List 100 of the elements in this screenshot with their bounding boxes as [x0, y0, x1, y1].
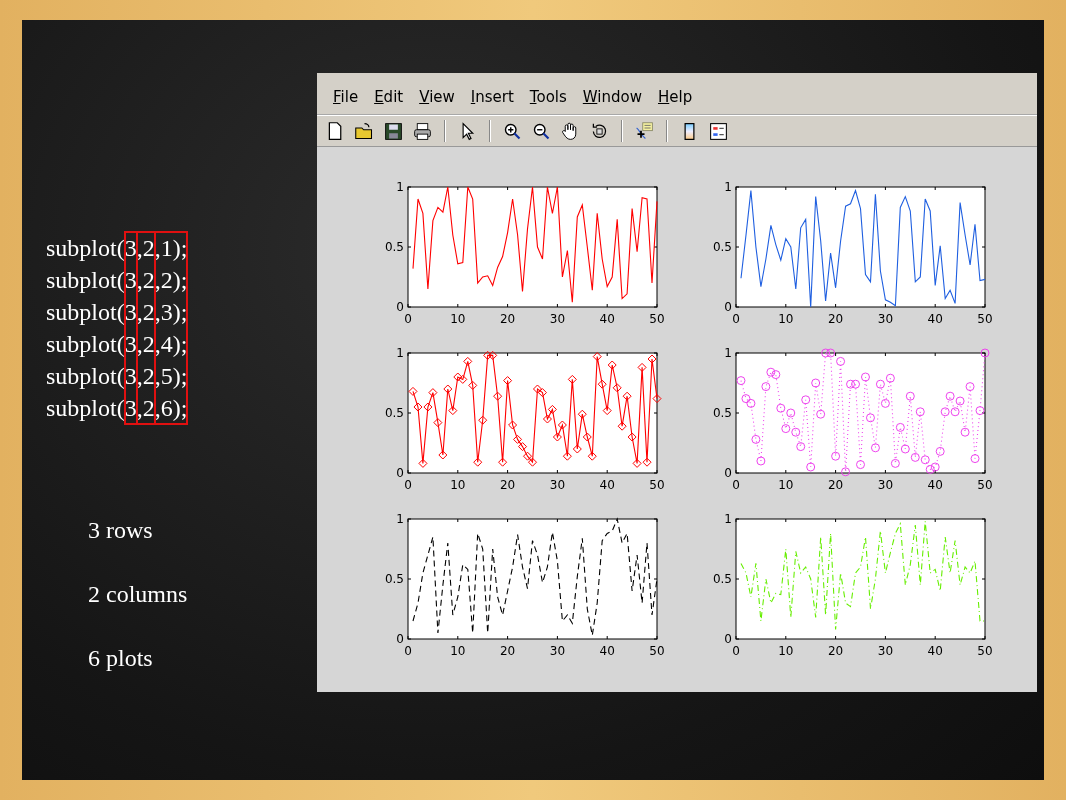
tick-label: 20 [499, 312, 516, 326]
tick-label: 40 [599, 312, 615, 326]
data-marker [841, 467, 851, 477]
data-marker [443, 384, 453, 394]
data-marker [438, 450, 448, 460]
data-marker [806, 462, 816, 472]
data-marker [537, 388, 547, 398]
tick-label: 0.5 [384, 240, 404, 254]
data-marker [508, 420, 518, 430]
data-cursor-icon[interactable] [634, 120, 655, 142]
data-marker [816, 409, 826, 419]
menu-item[interactable]: Insert [462, 84, 522, 111]
data-marker [856, 460, 865, 470]
tick-label: 50 [977, 312, 993, 326]
data-marker [483, 350, 493, 360]
data-marker [542, 414, 552, 424]
data-marker [448, 406, 458, 416]
data-marker [458, 374, 468, 384]
menu-item[interactable]: Tools [521, 84, 575, 111]
data-marker [915, 407, 925, 417]
data-marker [627, 432, 637, 442]
data-marker [433, 418, 443, 428]
folder-icon[interactable] [354, 120, 375, 142]
printer-icon[interactable] [412, 120, 433, 142]
tick-label: 50 [649, 478, 665, 492]
tick-label: 20 [499, 644, 516, 658]
legend-icon[interactable] [708, 120, 729, 142]
tick-label: 30 [549, 478, 566, 492]
data-marker [473, 457, 483, 467]
data-marker [463, 356, 473, 366]
data-marker [413, 402, 423, 412]
menu-item[interactable]: Help [650, 84, 701, 111]
tick-label: 10 [450, 644, 466, 658]
data-marker [602, 406, 612, 416]
tick-label: 0 [404, 478, 412, 492]
tick-label: 30 [877, 478, 894, 492]
data-marker [612, 383, 622, 393]
data-marker [761, 382, 771, 392]
data-marker [756, 456, 766, 466]
tick-label: 0 [396, 466, 404, 480]
tick-label: 20 [827, 312, 844, 326]
data-marker [851, 379, 860, 389]
data-marker [513, 434, 523, 444]
data-marker [930, 462, 940, 472]
data-marker [468, 380, 478, 390]
data-marker [503, 376, 513, 386]
data-marker [771, 370, 781, 380]
menu-item[interactable]: Edit [366, 84, 412, 111]
tick-label: 50 [649, 312, 665, 326]
data-marker [592, 352, 602, 362]
menu-item[interactable]: Window [574, 84, 650, 111]
tick-label: 30 [549, 644, 566, 658]
data-marker [622, 391, 632, 401]
data-marker [920, 455, 930, 465]
data-marker [453, 372, 463, 382]
tick-label: 50 [977, 644, 993, 658]
menu-item[interactable]: View [411, 84, 463, 111]
data-marker [960, 427, 970, 437]
code-line: subplot(3,2,3); [46, 298, 188, 327]
tick-label: 1 [396, 180, 404, 194]
data-marker [637, 362, 647, 372]
data-marker [875, 379, 885, 389]
data-marker [617, 421, 627, 431]
tick-label: 0.5 [384, 572, 404, 586]
data-marker [518, 442, 528, 452]
tick-label: 40 [599, 478, 615, 492]
data-marker [890, 458, 900, 468]
data-marker [498, 457, 508, 467]
tick-label: 10 [778, 312, 794, 326]
data-marker [652, 394, 662, 404]
data-marker [980, 348, 990, 358]
data-marker [632, 458, 642, 468]
data-marker [766, 367, 776, 377]
data-marker [647, 354, 657, 364]
tick-label: 10 [450, 312, 466, 326]
menu-item[interactable]: File [325, 84, 367, 111]
data-marker [836, 356, 846, 366]
data-marker [900, 444, 910, 454]
data-marker [736, 376, 746, 386]
tick-label: 0 [732, 312, 740, 326]
tick-label: 1 [724, 180, 732, 194]
tick-label: 50 [977, 478, 993, 492]
data-marker [791, 427, 801, 437]
tick-label: 10 [450, 478, 466, 492]
code-line: subplot(3,2,2); [46, 266, 188, 295]
tick-label: 40 [927, 644, 943, 658]
data-marker [955, 396, 965, 406]
save-icon[interactable] [383, 120, 404, 142]
tick-label: 0 [396, 300, 404, 314]
tick-label: 20 [499, 478, 516, 492]
data-marker [528, 457, 537, 467]
data-marker [562, 451, 572, 461]
code-line: subplot(3,2,6); [46, 394, 188, 423]
data-marker [905, 391, 915, 401]
data-marker [970, 454, 980, 464]
data-marker [940, 407, 950, 417]
tick-label: 20 [827, 644, 844, 658]
tick-label: 0 [724, 632, 732, 646]
tick-label: 10 [778, 644, 794, 658]
tick-label: 0 [732, 478, 740, 492]
